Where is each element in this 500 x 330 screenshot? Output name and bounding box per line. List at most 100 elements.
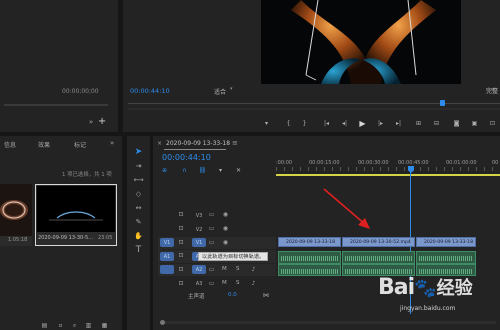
- list-view-icon[interactable]: ▤: [40, 321, 49, 330]
- track-label-a2[interactable]: A2: [192, 265, 206, 274]
- audio-clip[interactable]: [278, 264, 341, 276]
- lift-icon[interactable]: ⊞: [414, 119, 423, 128]
- track-label-v1[interactable]: V1: [192, 238, 206, 247]
- resolution-dropdown[interactable]: 完整: [486, 86, 498, 95]
- timeline-timecode[interactable]: 00:00:44:10: [162, 153, 211, 162]
- sync-lock-icon[interactable]: ▭: [208, 280, 215, 288]
- timeline-scrollbar[interactable]: [160, 320, 496, 325]
- selection-tool-icon[interactable]: ➤: [134, 148, 143, 157]
- eye-icon[interactable]: ◉: [222, 211, 229, 219]
- ruler-label: 00:01:00:00: [446, 160, 477, 166]
- step-forward-icon[interactable]: |▸: [376, 119, 385, 128]
- work-area-bar[interactable]: [276, 174, 500, 176]
- microphone-icon[interactable]: ♪: [250, 280, 257, 288]
- track-label-a3[interactable]: A3: [192, 279, 206, 288]
- microphone-icon[interactable]: ♪: [250, 266, 257, 274]
- more-icon[interactable]: »: [88, 118, 94, 126]
- sync-lock-icon[interactable]: ▭: [208, 225, 215, 233]
- panel-menu-icon[interactable]: »: [110, 139, 114, 147]
- go-to-end-icon[interactable]: ⋈: [262, 291, 270, 300]
- source-patch-a2[interactable]: [160, 265, 174, 274]
- sync-lock-icon[interactable]: ▭: [208, 266, 215, 274]
- video-clip[interactable]: 2020-09-09 13-30-52.mp4: [342, 237, 415, 247]
- audio-clip[interactable]: [342, 251, 415, 264]
- program-scrub-bar[interactable]: [128, 100, 500, 106]
- marker-icon[interactable]: ▾: [262, 119, 271, 128]
- nest-icon[interactable]: ⊕: [160, 166, 169, 175]
- razor-tool-icon[interactable]: ◇: [134, 190, 143, 199]
- trash-icon[interactable]: ▦: [100, 321, 109, 330]
- go-to-out-icon[interactable]: ▸|: [394, 119, 403, 128]
- sync-lock-icon[interactable]: ▭: [208, 211, 215, 219]
- mute-button[interactable]: M: [222, 280, 227, 286]
- video-clip[interactable]: 2020-09-09 13-33-18: [416, 237, 476, 247]
- snap-icon[interactable]: ∩: [180, 166, 189, 175]
- go-to-in-icon[interactable]: |◂: [322, 119, 331, 128]
- project-item-selected[interactable]: 2020-09-09 13-30-5... 23:05: [35, 184, 117, 246]
- button-editor-icon[interactable]: ⊡: [488, 119, 497, 128]
- source-patch-a1[interactable]: A1: [160, 252, 174, 261]
- close-tab-icon[interactable]: ×: [157, 140, 162, 147]
- add-marker-icon[interactable]: ▾: [216, 166, 225, 175]
- video-clip[interactable]: 2020-09-09 13-33-18: [278, 237, 341, 247]
- comparison-view-icon[interactable]: ▣: [470, 119, 479, 128]
- audio-clip[interactable]: [278, 251, 341, 264]
- audio-clip[interactable]: [416, 251, 476, 264]
- scrollbar-thumb[interactable]: [160, 320, 165, 325]
- source-scrollbar[interactable]: [4, 104, 108, 106]
- program-timecode[interactable]: 00:00:44:10: [130, 87, 170, 95]
- thumbnail-graphic: [49, 211, 103, 221]
- search-icon[interactable]: ⌕: [70, 321, 79, 330]
- tab-markers[interactable]: 标记: [74, 140, 86, 149]
- lock-icon[interactable]: ⊡: [178, 225, 184, 233]
- mute-button[interactable]: M: [222, 266, 227, 272]
- lock-icon[interactable]: ⊡: [178, 211, 184, 219]
- extract-icon[interactable]: ⊟: [432, 119, 441, 128]
- eye-icon[interactable]: ◉: [222, 225, 229, 233]
- fit-dropdown[interactable]: 适合: [214, 87, 226, 96]
- track-a2-header: ⊡ A2 ▭ M S ♪: [158, 264, 276, 276]
- settings-wrench-icon[interactable]: ✕: [234, 166, 243, 175]
- fit-dropdown-arrow[interactable]: ▾: [230, 86, 238, 94]
- new-item-icon[interactable]: ▥: [84, 321, 93, 330]
- solo-button[interactable]: S: [236, 266, 240, 272]
- tab-info[interactable]: 信息: [4, 140, 16, 149]
- mark-in-icon[interactable]: {: [284, 119, 293, 128]
- add-icon[interactable]: +: [98, 117, 106, 127]
- mark-out-icon[interactable]: }: [300, 119, 309, 128]
- timeline-panel-menu-icon[interactable]: ≡: [232, 139, 238, 147]
- camera-icon[interactable]: ◙: [452, 119, 461, 128]
- sync-lock-icon[interactable]: ▭: [208, 239, 215, 247]
- ripple-edit-icon[interactable]: ⟷: [133, 176, 143, 185]
- scrub-playhead[interactable]: [440, 100, 445, 106]
- project-item-thumbnail[interactable]: 1:05:18: [0, 184, 32, 246]
- solo-button[interactable]: S: [236, 280, 240, 286]
- track-a3-header: ⊡ A3 ▭ M S ♪: [158, 278, 276, 290]
- tab-effects[interactable]: 效果: [38, 140, 50, 149]
- track-label-v2[interactable]: V2: [192, 225, 206, 234]
- sequence-tab[interactable]: 2020-09-09 13-33-18: [166, 140, 230, 147]
- master-volume[interactable]: 0.0: [228, 292, 237, 298]
- linked-selection-icon[interactable]: ⛓: [198, 166, 207, 175]
- lock-icon[interactable]: ⊡: [178, 239, 184, 247]
- eye-icon[interactable]: ◉: [222, 239, 229, 247]
- annotation-arrow: [323, 188, 370, 229]
- track-label-v3[interactable]: V3: [192, 211, 206, 220]
- hand-tool-icon[interactable]: ✋: [134, 232, 143, 241]
- thumbnail-image: [0, 184, 32, 236]
- program-video-frame: [261, 0, 461, 84]
- play-icon[interactable]: ▶: [358, 119, 367, 128]
- pen-tool-icon[interactable]: ✎: [134, 218, 143, 227]
- step-back-icon[interactable]: ◂|: [340, 119, 349, 128]
- lock-icon[interactable]: ⊡: [178, 280, 184, 288]
- type-tool-icon[interactable]: T: [134, 246, 143, 255]
- new-bin-icon[interactable]: ▫: [56, 321, 65, 330]
- scrub-zoom-bar[interactable]: [128, 108, 500, 110]
- paw-icon: 🐾: [414, 278, 437, 299]
- slip-tool-icon[interactable]: ↔: [134, 204, 143, 213]
- lock-icon[interactable]: ⊡: [178, 252, 184, 260]
- lock-icon[interactable]: ⊡: [178, 266, 184, 274]
- track-select-icon[interactable]: ⇥: [134, 162, 143, 171]
- scrollbar-track: [160, 321, 496, 324]
- source-patch-v1[interactable]: V1: [160, 238, 174, 247]
